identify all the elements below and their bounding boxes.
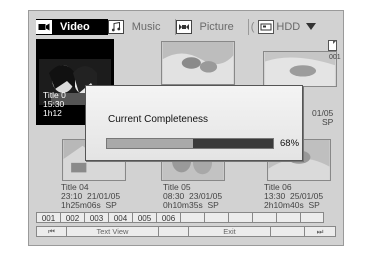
thumbnail-photo xyxy=(265,52,335,86)
progress-bar xyxy=(106,138,274,149)
page-button[interactable]: 004 xyxy=(108,212,132,223)
page-button-empty xyxy=(276,212,300,223)
dialog-title: Current Completeness xyxy=(108,114,209,125)
tab-picture-label: Picture xyxy=(199,20,234,33)
tab-music-label: Music xyxy=(131,20,161,33)
title-mode: SP xyxy=(321,117,334,127)
spacer xyxy=(159,227,189,236)
title-meta: Title 05 08:30 23/01/05 0h10m35s SP xyxy=(163,183,222,210)
stage: Video Music Picture ( HDD Title 0 15:30 … xyxy=(0,0,368,257)
tab-video-label: Video xyxy=(60,20,90,33)
page-button-empty xyxy=(252,212,276,223)
page-button[interactable]: 001 xyxy=(36,212,60,223)
title-meta: Title 06 13:30 25/01/05 2h10m40s SP xyxy=(264,183,323,210)
control-bar: ⏮ Text View Exit ⏭ xyxy=(36,226,336,237)
text-view-button[interactable]: Text View xyxy=(67,227,159,236)
page-button[interactable]: 006 xyxy=(156,212,180,223)
tab-video[interactable]: Video xyxy=(36,18,108,35)
chevron-down-icon[interactable] xyxy=(306,23,317,30)
divider-paren: ( xyxy=(250,20,255,33)
video-camera-icon xyxy=(36,19,52,34)
progress-percent: 68% xyxy=(280,138,300,149)
page-button-empty xyxy=(204,212,228,223)
title-duration: 2h10m40s xyxy=(264,200,304,210)
page-button-empty xyxy=(180,212,204,223)
media-tabs: Video Music Picture ( HDD xyxy=(36,18,317,35)
document-icon xyxy=(328,40,337,51)
drive-selector[interactable]: ( HDD xyxy=(249,19,317,35)
browser-screen: Video Music Picture ( HDD Title 0 15:30 … xyxy=(28,10,344,246)
thumbnail-photo xyxy=(162,42,234,84)
title-meta-right-top: 01/05 SP xyxy=(312,109,333,127)
page-button[interactable]: 005 xyxy=(132,212,156,223)
music-note-icon xyxy=(107,19,124,34)
title-mode: SP xyxy=(105,200,117,210)
progress-dialog: Current Completeness 68% xyxy=(85,85,303,161)
picture-icon xyxy=(175,19,192,34)
title-thumb[interactable] xyxy=(161,41,235,85)
title-duration: 1h12 xyxy=(43,108,62,118)
tab-music[interactable]: Music xyxy=(107,18,176,35)
page-button-empty xyxy=(228,212,252,223)
prev-icon[interactable]: ⏮ xyxy=(37,227,67,236)
title-meta: Title 04 23:10 21/01/05 1h25m06s SP xyxy=(61,183,120,210)
drive-label: HDD xyxy=(276,20,301,33)
tab-picture[interactable]: Picture xyxy=(175,18,249,35)
title-mode: SP xyxy=(207,200,219,210)
title-duration: 1h25m06s xyxy=(61,200,101,210)
spacer xyxy=(271,227,305,236)
next-icon[interactable]: ⏭ xyxy=(305,227,335,236)
title-duration: 0h10m35s xyxy=(163,200,203,210)
exit-button[interactable]: Exit xyxy=(189,227,271,236)
title-thumb[interactable] xyxy=(263,51,337,87)
page-button[interactable]: 002 xyxy=(60,212,84,223)
page-button-empty xyxy=(300,212,324,223)
title-mode: SP xyxy=(308,200,320,210)
hdd-icon xyxy=(258,19,275,34)
page-selector: 001 002 003 004 005 006 xyxy=(36,212,324,223)
page-number: 001 xyxy=(329,54,341,61)
progress-fill xyxy=(193,139,273,148)
page-button[interactable]: 003 xyxy=(84,212,108,223)
title-meta-selected: Title 0 15:30 1h12 xyxy=(43,91,66,118)
